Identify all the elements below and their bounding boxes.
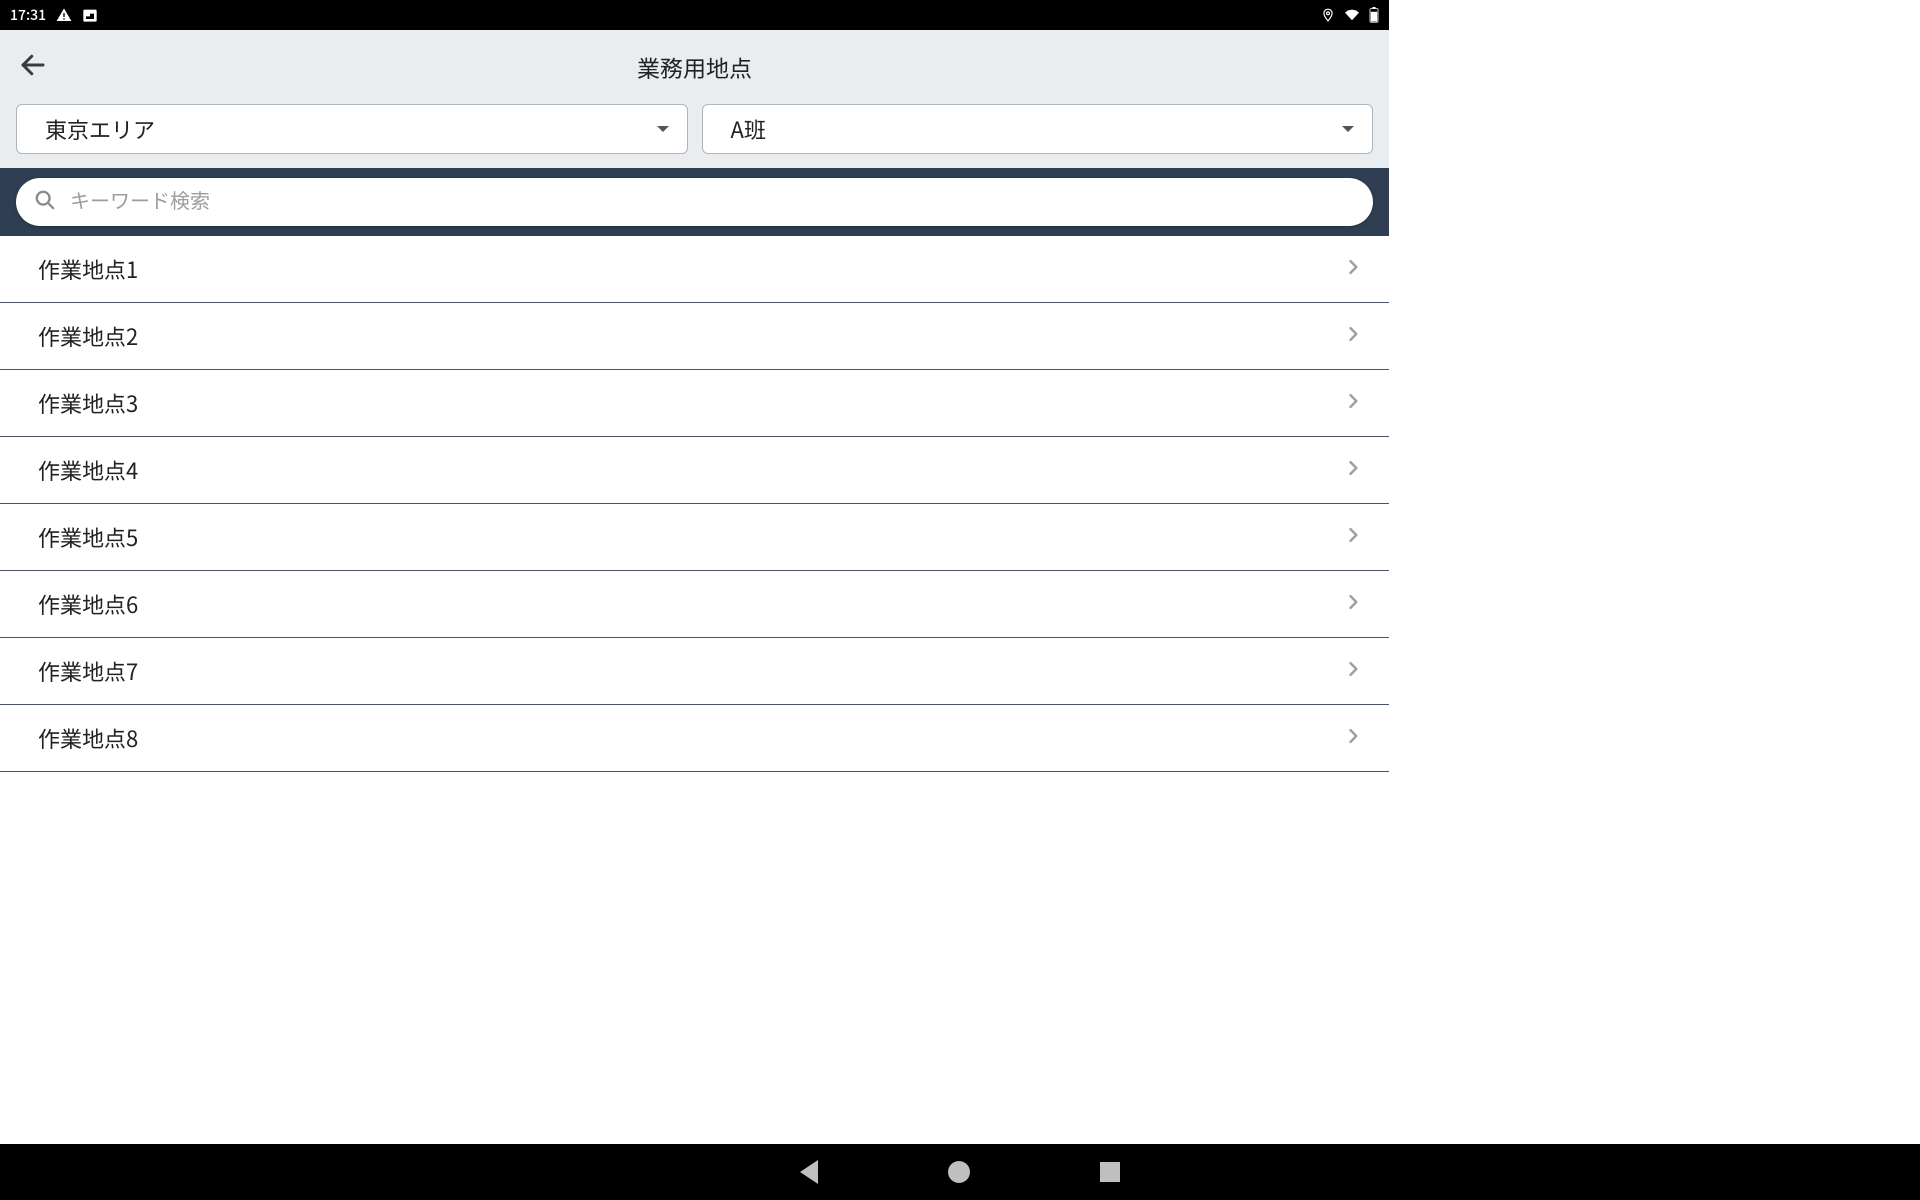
search-icon <box>34 189 56 216</box>
chevron-right-icon <box>1343 257 1363 282</box>
location-list: 作業地点1 作業地点2 作業地点3 作業地点4 作業地点5 作業地点6 作業地点… <box>0 236 1389 772</box>
list-item-label: 作業地点2 <box>38 320 138 352</box>
list-item-label: 作業地点1 <box>38 253 138 285</box>
status-left: 17:31 <box>10 5 98 25</box>
android-nav-bar <box>0 1144 1920 1200</box>
chevron-right-icon <box>1343 592 1363 617</box>
list-item-label: 作業地点3 <box>38 387 138 419</box>
area-dropdown[interactable]: 東京エリア <box>16 104 688 154</box>
chevron-right-icon <box>1343 458 1363 483</box>
list-item-label: 作業地点5 <box>38 521 138 553</box>
android-status-bar: 17:31 <box>0 0 1389 30</box>
chevron-right-icon <box>1343 324 1363 349</box>
list-item-label: 作業地点6 <box>38 588 138 620</box>
list-item-label: 作業地点7 <box>38 655 138 687</box>
search-box[interactable] <box>16 178 1373 226</box>
back-button[interactable] <box>18 50 48 85</box>
list-item[interactable]: 作業地点3 <box>0 370 1389 437</box>
warning-icon <box>56 7 72 23</box>
list-item-label: 作業地点4 <box>38 454 138 486</box>
chevron-right-icon <box>1343 659 1363 684</box>
list-item[interactable]: 作業地点6 <box>0 571 1389 638</box>
list-item[interactable]: 作業地点1 <box>0 236 1389 303</box>
arrow-left-icon <box>18 50 48 80</box>
list-item[interactable]: 作業地点4 <box>0 437 1389 504</box>
group-dropdown-label: A班 <box>731 113 766 145</box>
nav-back-button[interactable] <box>800 1160 818 1184</box>
list-item[interactable]: 作業地点5 <box>0 504 1389 571</box>
search-input[interactable] <box>70 191 1355 214</box>
chevron-right-icon <box>1343 525 1363 550</box>
chevron-right-icon <box>1343 391 1363 416</box>
chevron-right-icon <box>1343 726 1363 751</box>
group-dropdown[interactable]: A班 <box>702 104 1374 154</box>
nav-recent-button[interactable] <box>1100 1162 1120 1182</box>
search-band <box>0 168 1389 236</box>
app-header: 業務用地点 <box>0 30 1389 104</box>
battery-icon <box>1369 7 1379 23</box>
list-item-label: 作業地点8 <box>38 722 138 754</box>
location-icon <box>1321 7 1335 23</box>
nav-home-button[interactable] <box>948 1161 970 1183</box>
status-time: 17:31 <box>10 5 46 25</box>
status-right <box>1321 7 1379 23</box>
caret-down-icon <box>1342 126 1354 132</box>
calendar-icon <box>82 7 98 23</box>
filter-row: 東京エリア A班 <box>0 104 1389 168</box>
area-dropdown-label: 東京エリア <box>45 113 155 145</box>
caret-down-icon <box>657 126 669 132</box>
list-item[interactable]: 作業地点8 <box>0 705 1389 772</box>
page-title: 業務用地点 <box>637 50 752 84</box>
list-item[interactable]: 作業地点2 <box>0 303 1389 370</box>
wifi-icon <box>1343 8 1361 22</box>
list-item[interactable]: 作業地点7 <box>0 638 1389 705</box>
